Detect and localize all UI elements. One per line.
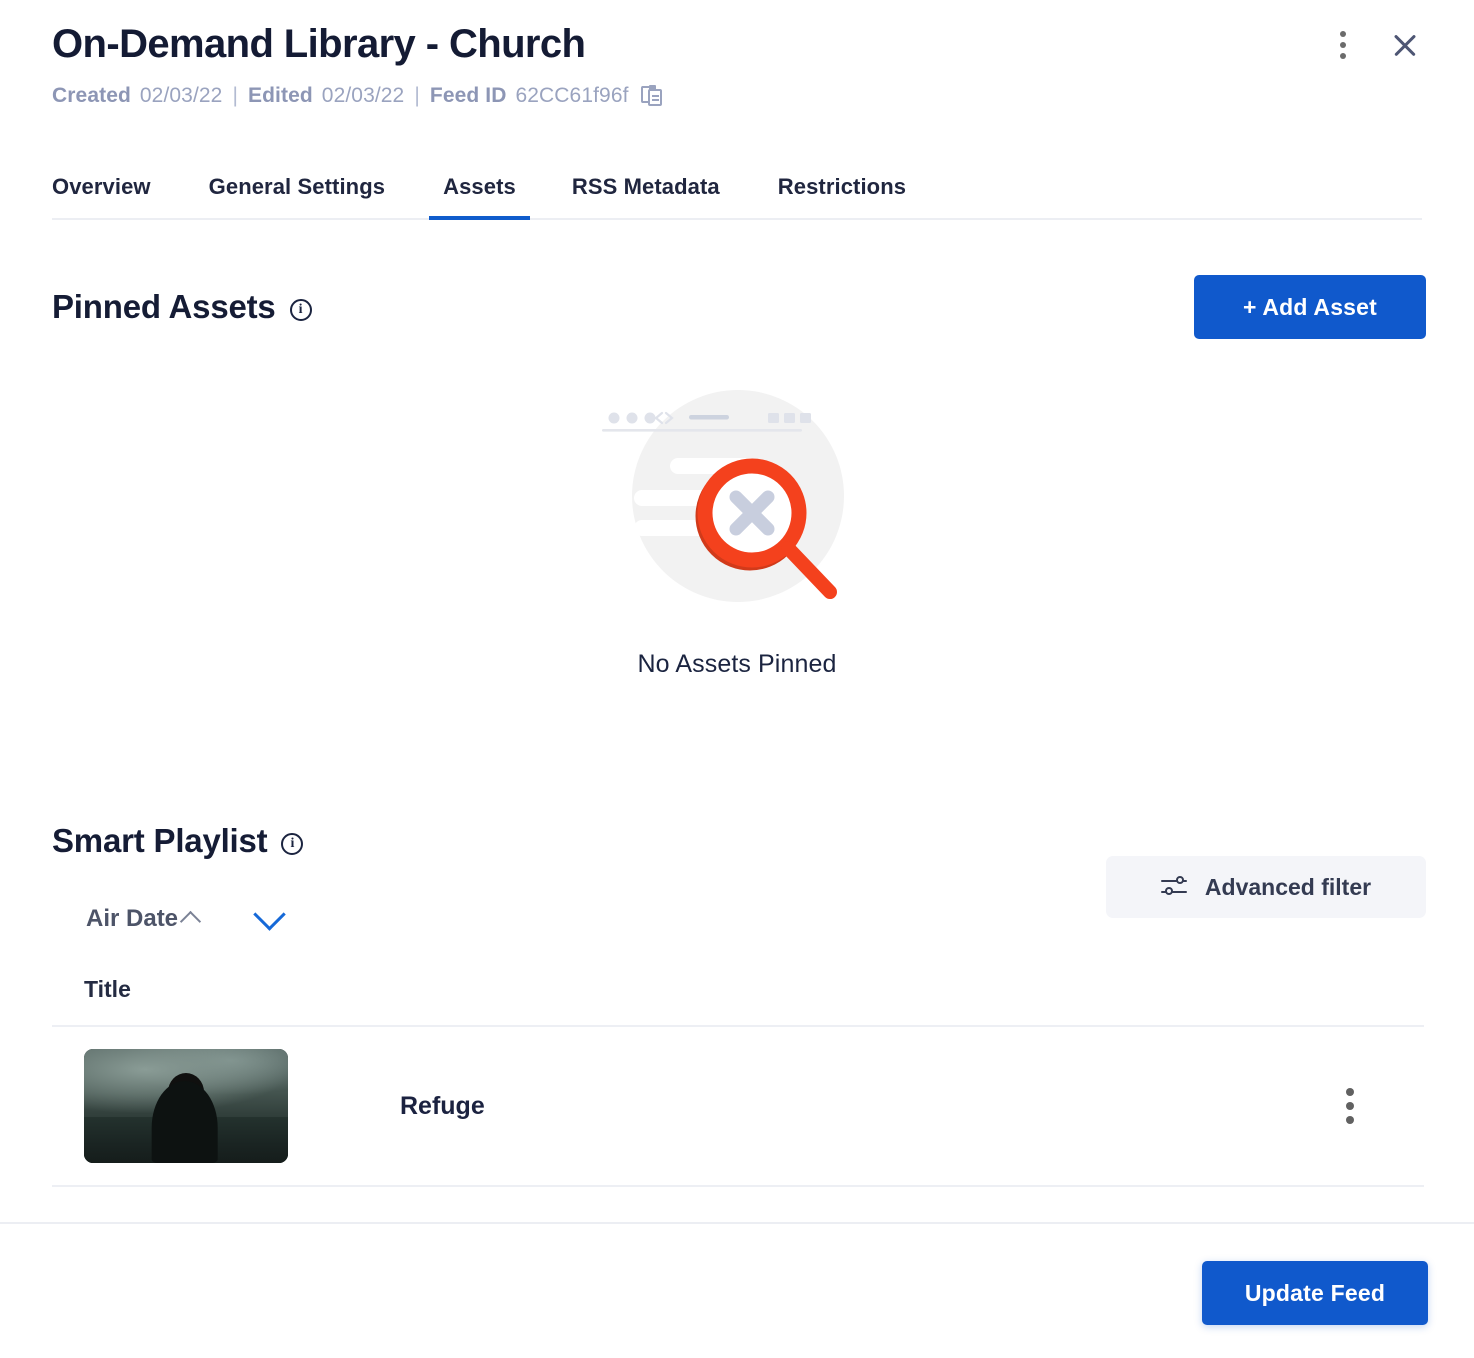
modal-header: On-Demand Library - Church Created 02/03…: [0, 0, 1474, 108]
no-results-magnifier-icon: [592, 368, 882, 628]
add-asset-button[interactable]: + Add Asset: [1194, 275, 1426, 339]
smart-playlist-title: Smart Playlist: [52, 822, 268, 859]
feed-id-label: Feed ID: [429, 84, 507, 107]
row-title: Refuge: [400, 1091, 485, 1120]
tab-rss-metadata[interactable]: RSS Metadata: [572, 174, 720, 218]
advanced-filter-label: Advanced filter: [1204, 873, 1372, 900]
pinned-assets-title: Pinned Assets: [52, 288, 276, 325]
header-actions: [1340, 22, 1422, 60]
close-icon[interactable]: [1390, 30, 1420, 60]
empty-state-text: No Assets Pinned: [637, 650, 837, 678]
meta-separator: |: [232, 84, 239, 107]
info-icon[interactable]: i: [281, 832, 304, 855]
sort-field-label: Air Date: [86, 905, 179, 932]
feed-detail-modal: On-Demand Library - Church Created 02/03…: [0, 0, 1474, 1358]
footer-divider: [0, 1222, 1474, 1224]
pinned-assets-empty-state: No Assets Pinned: [0, 368, 1474, 679]
title-row: On-Demand Library - Church: [52, 22, 1422, 66]
created-label: Created: [52, 84, 131, 107]
metadata-bar: Created 02/03/22 | Edited 02/03/22 | Fee…: [52, 84, 1422, 108]
sort-by-air-date[interactable]: Air Date: [86, 905, 202, 933]
sort-controls: Air Date: [86, 902, 286, 936]
info-icon[interactable]: i: [289, 298, 312, 321]
smart-playlist-table: Title Refuge: [52, 968, 1424, 1187]
page-title: On-Demand Library - Church: [52, 22, 586, 66]
chevron-up-icon: [180, 908, 202, 930]
kebab-dot: [1340, 31, 1346, 37]
pinned-assets-header: Pinned Assets i: [52, 288, 312, 326]
kebab-menu-icon[interactable]: [1346, 1088, 1354, 1124]
tab-general-settings[interactable]: General Settings: [209, 174, 385, 218]
chevron-down-icon[interactable]: [252, 902, 286, 936]
tune-sliders-icon: [1160, 876, 1187, 898]
edited-value: 02/03/22: [321, 84, 405, 107]
table-row[interactable]: Refuge: [52, 1027, 1424, 1187]
copy-to-clipboard-icon[interactable]: [640, 84, 663, 108]
advanced-filter-button[interactable]: Advanced filter: [1106, 856, 1426, 918]
meta-separator: |: [414, 84, 420, 107]
tab-overview[interactable]: Overview: [52, 174, 151, 218]
edited-label: Edited: [248, 84, 313, 107]
tab-bar: Overview General Settings Assets RSS Met…: [52, 158, 1422, 220]
smart-playlist-header: Smart Playlist i: [52, 822, 304, 860]
tab-restrictions[interactable]: Restrictions: [778, 174, 906, 218]
kebab-dot: [1340, 42, 1346, 48]
feed-id-value: 62CC61f96f: [515, 84, 629, 107]
table-header-row: Title: [52, 968, 1424, 1027]
tab-assets[interactable]: Assets: [429, 174, 530, 220]
column-header-title: Title: [84, 976, 131, 1002]
created-value: 02/03/22: [139, 84, 223, 107]
update-feed-button[interactable]: Update Feed: [1202, 1261, 1428, 1325]
kebab-menu-icon[interactable]: [1340, 31, 1346, 59]
refuge-thumbnail[interactable]: [84, 1049, 288, 1163]
kebab-dot: [1340, 53, 1346, 59]
